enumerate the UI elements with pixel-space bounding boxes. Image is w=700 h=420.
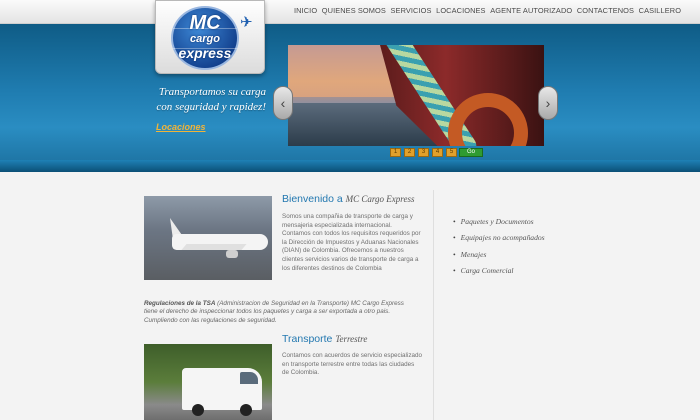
nav-servicios[interactable]: SERVICIOS xyxy=(391,6,432,15)
service-paquetes[interactable]: Paquetes y Documentos xyxy=(453,217,545,226)
nav-quienes-somos[interactable]: QUIENES SOMOS xyxy=(322,6,386,15)
van-photo xyxy=(144,344,272,420)
slider-page-2[interactable]: 2 xyxy=(404,148,415,157)
nav-inicio[interactable]: INICIO xyxy=(294,6,317,15)
service-carga-comercial[interactable]: Carga Comercial xyxy=(453,266,545,275)
slider-go-button[interactable]: Go xyxy=(459,148,483,157)
nav-casillero[interactable]: CASILLERO xyxy=(639,6,681,15)
main-nav: INICIO QUIENES SOMOS SERVICIOS LOCACIONE… xyxy=(294,6,686,15)
locaciones-link[interactable]: Locaciones xyxy=(156,122,206,132)
nav-locaciones[interactable]: LOCACIONES xyxy=(436,6,485,15)
nav-agente-autorizado[interactable]: AGENTE AUTORIZADO xyxy=(490,6,572,15)
nav-contactenos[interactable]: CONTACTENOS xyxy=(577,6,634,15)
main-content xyxy=(0,172,700,420)
service-menajes[interactable]: Menajes xyxy=(453,250,545,259)
slider-next-button[interactable]: › xyxy=(538,86,558,120)
airplane-photo xyxy=(144,196,272,280)
hero-bottom-edge xyxy=(0,160,700,172)
transport-body: Contamos con acuerdos de servicio especi… xyxy=(282,352,423,377)
service-equipajes[interactable]: Equipajes no acompañados xyxy=(453,233,545,242)
slider-prev-button[interactable]: ‹ xyxy=(273,86,293,120)
slider-page-1[interactable]: 1 xyxy=(390,148,401,157)
slider-page-3[interactable]: 3 xyxy=(418,148,429,157)
top-nav-bar: INICIO QUIENES SOMOS SERVICIOS LOCACIONE… xyxy=(0,0,700,24)
services-list: Paquetes y Documentos Equipajes no acomp… xyxy=(453,217,545,282)
tsa-notice: Regulaciones de la TSA (Administracion d… xyxy=(144,300,404,324)
globe-icon: MC cargo express xyxy=(171,6,239,70)
slider-page-5[interactable]: 5 xyxy=(446,148,457,157)
transport-heading: Transporte Terrestre xyxy=(282,333,368,345)
welcome-body: Somos una compañia de transporte de carg… xyxy=(282,213,421,272)
image-slider xyxy=(288,45,544,146)
column-divider xyxy=(433,190,434,420)
airplane-icon: ✈ xyxy=(240,14,253,31)
slider-pagination: 1 2 3 4 5 xyxy=(390,148,457,157)
welcome-heading: Bienvenido a MC Cargo Express xyxy=(282,193,415,205)
hero-tagline: Transportamos su carga con seguridad y r… xyxy=(156,86,266,113)
site-logo[interactable]: MC cargo express ✈ xyxy=(155,0,265,74)
slider-page-4[interactable]: 4 xyxy=(432,148,443,157)
